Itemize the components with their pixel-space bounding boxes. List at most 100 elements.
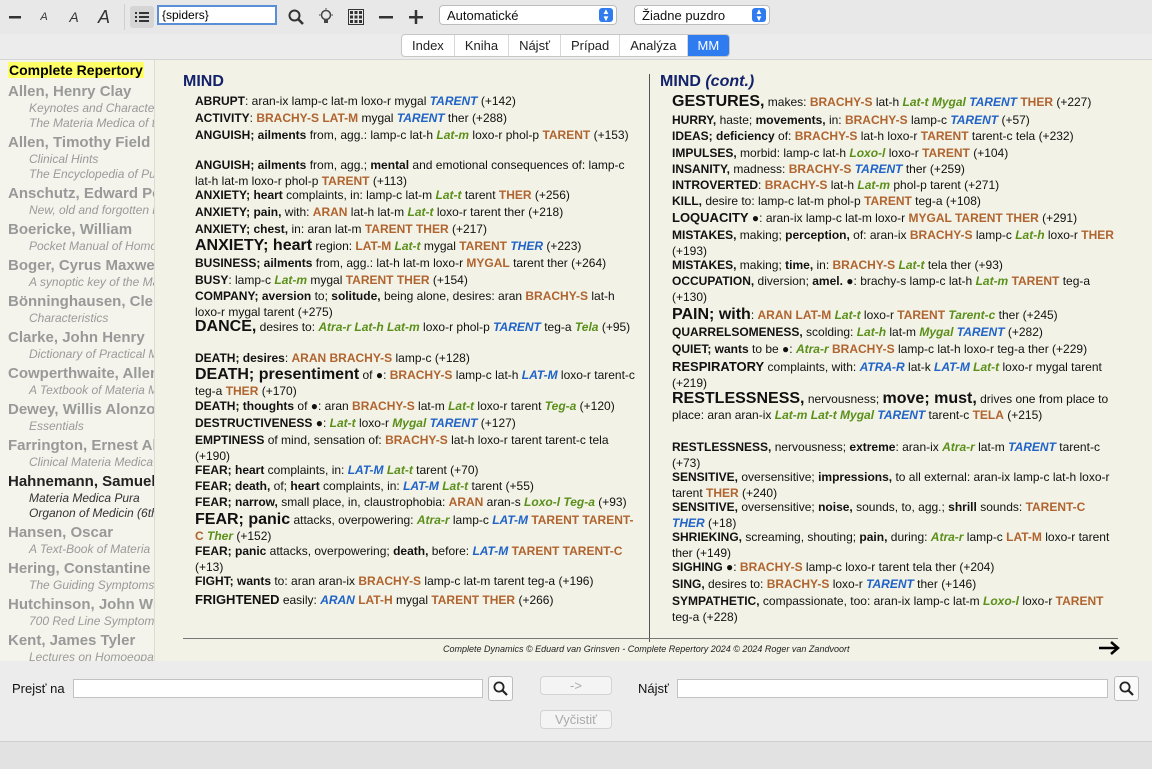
next-page-arrow-icon[interactable]	[1098, 638, 1120, 661]
sidebar-book[interactable]: The Encyclopedia of Pure Materia Medica	[29, 167, 154, 181]
tab-find[interactable]: Nájsť	[509, 35, 561, 56]
remedy-abbrev[interactable]: TARENT	[430, 416, 478, 430]
sidebar-book[interactable]: Lectures on Homoeopathic Materia Medica	[29, 650, 154, 661]
rubric-entry[interactable]: DEATH; desires: ARAN BRACHY-S lamp-c (+1…	[195, 351, 640, 367]
sidebar-book[interactable]: Materia Medica Pura	[29, 491, 140, 505]
remedy-abbrev[interactable]: Mygal	[919, 325, 953, 339]
remedy-abbrev[interactable]: LAT-M	[355, 239, 391, 253]
remedy-abbrev[interactable]: BRACHY-S	[767, 577, 830, 591]
remedy-abbrev[interactable]: BRACHY-S	[525, 289, 588, 303]
font-medium-icon[interactable]: A	[62, 6, 86, 28]
find-search-button[interactable]	[1114, 676, 1139, 701]
sidebar-author[interactable]: Hering, Constantine	[8, 560, 151, 577]
remedy-abbrev[interactable]: TARENT	[1056, 594, 1104, 608]
rubric-entry[interactable]: SENSITIVE, oversensitive; noise, sounds,…	[672, 500, 1117, 531]
rubric-entry[interactable]: IDEAS; deficiency of: BRACHY-S lat-h lox…	[672, 129, 1117, 145]
remedy-abbrev[interactable]: BRACHY-S	[810, 95, 873, 109]
remedy-abbrev[interactable]: BRACHY-S	[390, 368, 453, 382]
remedy-abbrev[interactable]: Atra-r Lat-h Lat-m	[318, 320, 419, 334]
remedy-abbrev[interactable]: THER	[706, 486, 739, 500]
remedy-abbrev[interactable]: ARAN LAT-M	[757, 308, 831, 322]
sidebar-book[interactable]: Characteristics	[29, 311, 108, 325]
remedy-abbrev[interactable]: ARAN	[313, 205, 348, 219]
rubric-entry[interactable]: SING, desires to: BRACHY-S loxo-r TARENT…	[672, 577, 1117, 593]
remedy-abbrev[interactable]: Lat-t	[442, 479, 468, 493]
tab-analysis[interactable]: Analýza	[620, 35, 688, 56]
remedy-abbrev[interactable]: LAT-M	[492, 513, 528, 527]
rubric-entry[interactable]: FEAR; narrow, small place, in, claustrop…	[195, 495, 640, 511]
remedy-abbrev[interactable]: TARENT	[969, 95, 1017, 109]
remedy-abbrev[interactable]: Lat-t Mygal	[903, 95, 966, 109]
rubric-entry[interactable]: ANXIETY; chest, in: aran lat-m TARENT TH…	[195, 222, 640, 238]
remedy-abbrev[interactable]: Mygal	[392, 416, 426, 430]
remedy-abbrev[interactable]: ARAN BRACHY-S	[291, 351, 392, 365]
sidebar-author[interactable]: Dewey, Willis Alonzo	[8, 401, 154, 418]
list-view-icon[interactable]	[130, 6, 154, 28]
remedy-abbrev[interactable]: BRACHY-S	[833, 258, 896, 272]
remedy-abbrev[interactable]: Atra-r	[942, 440, 975, 454]
search-icon[interactable]	[284, 6, 308, 28]
sidebar-author[interactable]: Boger, Cyrus Maxwell	[8, 257, 154, 274]
remedy-abbrev[interactable]: BRACHY-S	[358, 574, 421, 588]
sidebar-author[interactable]: Allen, Henry Clay	[8, 83, 131, 100]
remedy-abbrev[interactable]: ATRA-R	[860, 360, 905, 374]
remedy-abbrev[interactable]: LAT-H	[358, 593, 392, 607]
remedy-abbrev[interactable]: Lat-m	[976, 274, 1009, 288]
remedy-abbrev[interactable]: TARENT	[855, 162, 903, 176]
remedy-abbrev[interactable]: Lat-t	[973, 360, 999, 374]
remedy-abbrev[interactable]: LAT-M	[348, 463, 384, 477]
remedy-abbrev[interactable]: Tarent-c	[948, 308, 995, 322]
plus-icon[interactable]	[404, 6, 428, 28]
remedy-abbrev[interactable]: TARENT	[1008, 440, 1056, 454]
remedy-abbrev[interactable]: BRACHY-S	[910, 228, 973, 242]
remedy-abbrev[interactable]: TARENT	[897, 308, 945, 322]
sidebar-book[interactable]: 700 Red Line Symptoms	[29, 614, 154, 628]
rubric-entry[interactable]: FRIGHTENED easily: ARAN LAT-H mygal TARE…	[195, 592, 640, 609]
remedy-abbrev[interactable]: TELA	[973, 408, 1004, 422]
remedy-abbrev[interactable]: THER	[1081, 228, 1114, 242]
find-input[interactable]	[677, 679, 1108, 698]
rubric-entry[interactable]: FEAR; heart complaints, in: LAT-M Lat-t …	[195, 463, 640, 479]
remedy-abbrev[interactable]: THER	[510, 239, 543, 253]
remedy-abbrev[interactable]: Lat-t	[330, 416, 356, 430]
case-select[interactable]: Žiadne puzdro ▲ ▼	[634, 5, 770, 25]
minus-icon[interactable]	[374, 6, 398, 28]
rubric-entry[interactable]: QUIET; wants to be ●: Atra-r BRACHY-S la…	[672, 342, 1117, 358]
remedy-abbrev[interactable]: Ther	[207, 529, 233, 543]
rubric-entry[interactable]: BUSINESS; ailments from, agg.: lat-h lat…	[195, 256, 640, 272]
sidebar-author[interactable]: Boericke, William	[8, 221, 132, 238]
remedy-abbrev[interactable]: Loxo-l	[983, 594, 1019, 608]
remedy-abbrev[interactable]: Atra-r	[796, 342, 829, 356]
sidebar-book[interactable]: Keynotes and Characteristics	[29, 101, 154, 115]
remedy-abbrev[interactable]: TARENT	[922, 146, 970, 160]
remedy-abbrev[interactable]: LAT-M	[1006, 530, 1042, 544]
remedy-abbrev[interactable]: Lat-t	[387, 463, 413, 477]
remedy-abbrev[interactable]: TARENT TARENT-C	[512, 544, 623, 558]
remedy-abbrev[interactable]: TARENT THER	[365, 222, 449, 236]
goto-search-button[interactable]	[488, 676, 513, 701]
rubric-entry[interactable]: FEAR; panic attacks, overpowering; death…	[195, 544, 640, 575]
remedy-abbrev[interactable]: BRACHY-S LAT-M	[256, 111, 358, 125]
lightbulb-icon[interactable]	[314, 6, 338, 28]
rubric-entry[interactable]: DEATH; thoughts of ●: aran BRACHY-S lat-…	[195, 399, 640, 415]
zoom-out-text-icon[interactable]	[4, 6, 26, 28]
remedy-abbrev[interactable]: TARENT-C	[1026, 500, 1086, 514]
remedy-abbrev[interactable]: LAT-M	[403, 479, 439, 493]
font-small-icon[interactable]: A	[32, 6, 56, 28]
remedy-abbrev[interactable]: TARENT	[397, 111, 445, 125]
sidebar-author[interactable]: Cowperthwaite, Allen Corson	[8, 365, 154, 382]
remedy-abbrev[interactable]: Lat-m Lat-t Mygal	[775, 408, 874, 422]
remedy-abbrev[interactable]: THER	[672, 516, 705, 530]
remedy-abbrev[interactable]: Tela	[575, 320, 599, 334]
rubric-entry[interactable]: ACTIVITY: BRACHY-S LAT-M mygal TARENT th…	[195, 111, 640, 127]
remedy-abbrev[interactable]: BRACHY-S	[352, 399, 415, 413]
remedy-abbrev[interactable]: MYGAL TARENT THER	[909, 211, 1039, 225]
sidebar-author[interactable]: Kent, James Tyler	[8, 632, 135, 649]
goto-input[interactable]	[73, 679, 483, 698]
tab-case[interactable]: Prípad	[561, 35, 621, 56]
sidebar-book[interactable]: Clinical Materia Medica	[29, 455, 153, 469]
remedy-abbrev[interactable]: BRACHY-S	[789, 162, 852, 176]
remedy-abbrev[interactable]: Lat-m	[857, 178, 890, 192]
rubric-entry[interactable]: FIGHT; wants to: aran aran-ix BRACHY-S l…	[195, 574, 640, 590]
rubric-entry[interactable]: ANXIETY; heart region: LAT-M Lat-t mygal…	[195, 238, 640, 255]
